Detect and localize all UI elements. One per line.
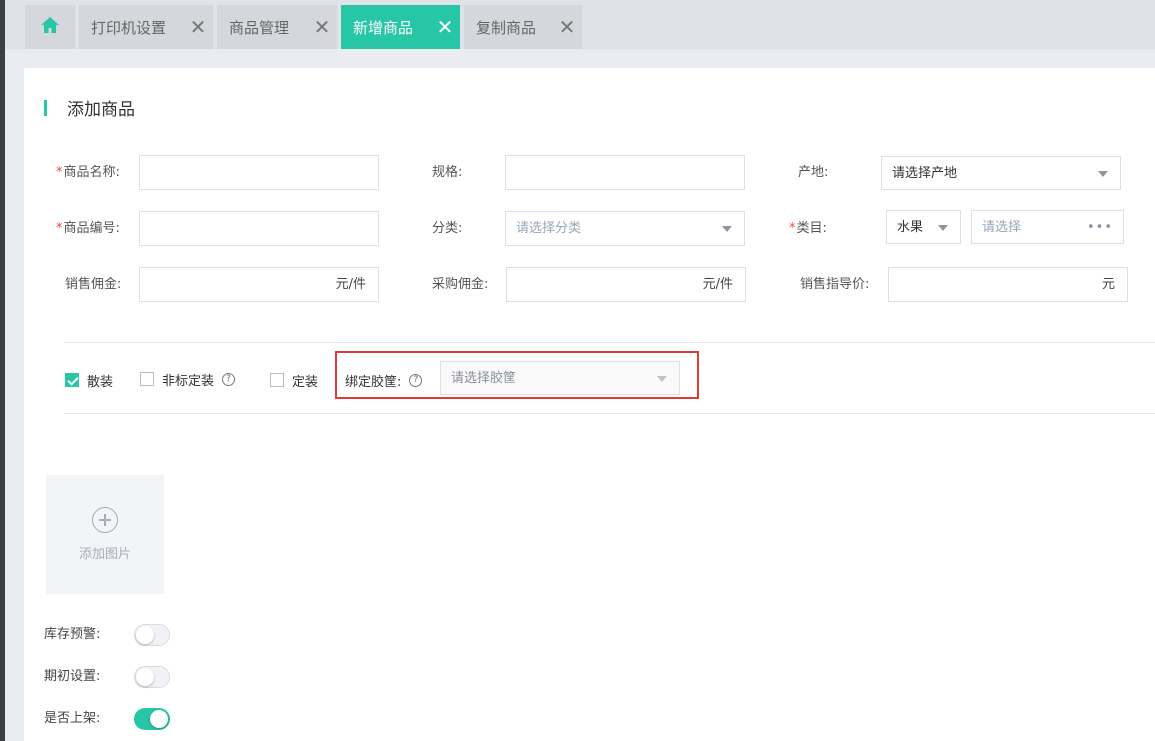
required-mark: * bbox=[56, 165, 63, 180]
bind-basket-label-text: 绑定胶筐: bbox=[345, 374, 402, 390]
on-shelf-label: 是否上架: bbox=[44, 711, 101, 726]
sales-commission-input[interactable]: 元/件 bbox=[139, 267, 379, 302]
type-select-value: 水果 bbox=[897, 220, 924, 235]
tab-copy-product[interactable]: 复制商品 ✕ bbox=[464, 5, 582, 49]
add-image-upload[interactable]: 添加图片 bbox=[46, 475, 164, 594]
help-icon[interactable]: ? bbox=[222, 372, 236, 386]
type-label: *类目: bbox=[789, 211, 827, 246]
tab-label: 商品管理 bbox=[229, 18, 290, 37]
tab-bar: 打印机设置 ✕ 商品管理 ✕ 新增商品 ✕ 复制商品 ✕ bbox=[5, 0, 1155, 49]
guide-price-label: 销售指导价: bbox=[800, 277, 870, 292]
toggle-knob bbox=[136, 626, 154, 644]
label-text: 商品名称: bbox=[63, 165, 120, 180]
purchase-commission-label: 采购佣金: bbox=[432, 277, 489, 292]
origin-select-value: 请选择产地 bbox=[892, 166, 958, 181]
close-icon[interactable]: ✕ bbox=[183, 5, 213, 49]
stock-warning-label: 库存预警: bbox=[44, 627, 101, 642]
fixed-checkbox[interactable]: 定装 bbox=[270, 370, 318, 390]
help-icon[interactable]: ? bbox=[409, 373, 423, 387]
toggle-knob bbox=[136, 668, 154, 686]
chevron-down-icon bbox=[938, 225, 948, 231]
tab-home[interactable] bbox=[25, 5, 75, 49]
tab-product-management[interactable]: 商品管理 ✕ bbox=[217, 5, 337, 49]
product-code-label: *商品编号: bbox=[56, 211, 120, 246]
bulk-label: 散装 bbox=[87, 374, 114, 390]
close-icon[interactable]: ✕ bbox=[307, 5, 337, 49]
non-standard-label: 非标定装 bbox=[162, 373, 215, 389]
bulk-checkbox[interactable]: 散装 bbox=[65, 370, 113, 390]
product-name-label: *商品名称: bbox=[56, 155, 120, 190]
tab-label: 复制商品 bbox=[476, 18, 537, 37]
product-code-input[interactable] bbox=[139, 211, 379, 246]
bind-basket-label: 绑定胶筐: ? bbox=[345, 370, 423, 390]
product-name-input[interactable] bbox=[139, 155, 379, 190]
required-mark: * bbox=[56, 221, 63, 236]
section-divider bbox=[64, 413, 1155, 414]
more-icon[interactable]: ••• bbox=[1087, 211, 1113, 244]
chevron-down-icon bbox=[657, 376, 667, 382]
bind-basket-placeholder: 请选择胶筐 bbox=[451, 371, 517, 386]
category-select[interactable]: 请选择分类 bbox=[505, 211, 745, 246]
on-shelf-toggle[interactable] bbox=[134, 708, 170, 730]
type-subselect-placeholder: 请选择 bbox=[982, 220, 1022, 235]
plus-circle-icon bbox=[92, 507, 118, 533]
page-header: 添加商品 bbox=[44, 95, 135, 120]
window-left-edge bbox=[0, 0, 5, 741]
tab-label: 打印机设置 bbox=[91, 18, 167, 37]
toggle-knob bbox=[150, 710, 168, 728]
origin-select[interactable]: 请选择产地 bbox=[881, 156, 1121, 190]
home-icon bbox=[39, 15, 61, 39]
purchase-commission-input[interactable]: 元/件 bbox=[506, 267, 746, 302]
spec-input[interactable] bbox=[505, 155, 745, 190]
unit-suffix: 元/件 bbox=[702, 277, 733, 292]
origin-label: 产地: bbox=[798, 165, 829, 180]
type-subselect[interactable]: 请选择 ••• bbox=[971, 210, 1124, 244]
guide-price-input[interactable]: 元 bbox=[888, 267, 1128, 302]
chevron-down-icon bbox=[722, 226, 732, 232]
tab-label: 新增商品 bbox=[353, 18, 414, 37]
required-mark: * bbox=[789, 221, 796, 236]
stock-warning-toggle[interactable] bbox=[134, 624, 170, 646]
section-divider bbox=[64, 342, 1155, 343]
close-icon[interactable]: ✕ bbox=[430, 5, 460, 49]
unit-suffix: 元/件 bbox=[335, 277, 366, 292]
page-title: 添加商品 bbox=[67, 100, 135, 120]
initial-setting-label: 期初设置: bbox=[44, 669, 101, 684]
unit-suffix: 元 bbox=[1101, 277, 1115, 292]
main-panel: 添加商品 *商品名称: 规格: 产地: 请选择产地 *商品编号: 分类: 请选择… bbox=[24, 68, 1155, 741]
category-label: 分类: bbox=[432, 221, 463, 236]
label-text: 类目: bbox=[796, 221, 827, 236]
checkbox-unchecked[interactable] bbox=[140, 372, 154, 386]
label-text: 商品编号: bbox=[63, 221, 120, 236]
category-placeholder: 请选择分类 bbox=[516, 221, 582, 236]
add-image-label: 添加图片 bbox=[78, 547, 131, 562]
fixed-label: 定装 bbox=[292, 374, 319, 390]
spec-label: 规格: bbox=[432, 165, 463, 180]
type-select[interactable]: 水果 bbox=[886, 210, 961, 244]
chevron-down-icon bbox=[1098, 171, 1108, 177]
title-accent-bar bbox=[44, 99, 47, 116]
tab-printer-settings[interactable]: 打印机设置 ✕ bbox=[79, 5, 213, 49]
non-standard-checkbox[interactable]: 非标定装 ? bbox=[140, 369, 236, 389]
sales-commission-label: 销售佣金: bbox=[65, 277, 122, 292]
checkbox-checked[interactable] bbox=[65, 373, 79, 387]
checkbox-unchecked[interactable] bbox=[270, 373, 284, 387]
tab-add-product[interactable]: 新增商品 ✕ bbox=[341, 5, 460, 49]
initial-setting-toggle[interactable] bbox=[134, 666, 170, 688]
close-icon[interactable]: ✕ bbox=[552, 5, 582, 49]
bind-basket-select[interactable]: 请选择胶筐 bbox=[440, 361, 680, 395]
